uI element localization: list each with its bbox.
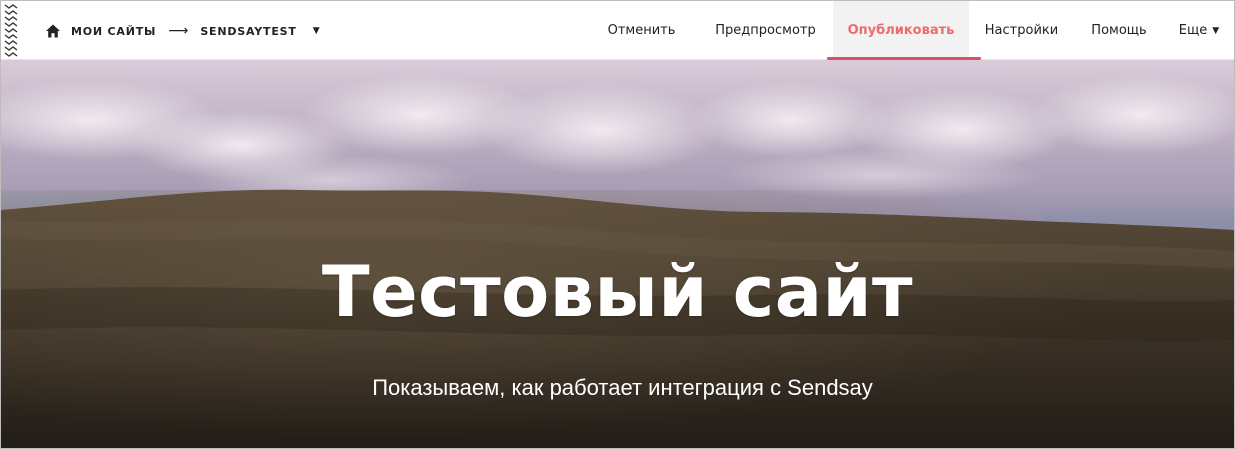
cancel-button-label: Отменить bbox=[607, 23, 676, 38]
browser-frame: МОИ САЙТЫ ⟶ SENDSAYTEST ▼ Отменить Предп… bbox=[0, 0, 1235, 449]
zigzag-pattern-icon bbox=[4, 4, 18, 57]
breadcrumb-site-name[interactable]: SENDSAYTEST bbox=[200, 25, 296, 38]
publish-button[interactable]: Опубликовать bbox=[827, 1, 981, 60]
publish-button-label: Опубликовать bbox=[847, 23, 955, 38]
top-nav: Отменить Предпросмотр Опубликовать Настр… bbox=[585, 1, 1234, 60]
breadcrumb: МОИ САЙТЫ ⟶ SENDSAYTEST ▼ bbox=[45, 21, 320, 41]
settings-button-label: Настройки bbox=[984, 23, 1059, 38]
chevron-down-icon: ▼ bbox=[1212, 25, 1220, 36]
more-menu-label: Еще bbox=[1178, 23, 1208, 38]
hero-section: Тестовый сайт Показываем, как работает и… bbox=[1, 60, 1234, 448]
site-dropdown-caret-icon[interactable]: ▼ bbox=[313, 26, 321, 36]
breadcrumb-arrow-icon: ⟶ bbox=[168, 23, 189, 39]
hero-subtitle[interactable]: Показываем, как работает интеграция с Se… bbox=[1, 373, 1234, 403]
editor-top-bar: МОИ САЙТЫ ⟶ SENDSAYTEST ▼ Отменить Предп… bbox=[1, 1, 1234, 60]
cancel-button[interactable]: Отменить bbox=[585, 1, 698, 60]
preview-button-label: Предпросмотр bbox=[715, 23, 816, 38]
home-icon[interactable] bbox=[45, 23, 61, 39]
preview-button[interactable]: Предпросмотр bbox=[698, 1, 833, 60]
help-button-label: Помощь bbox=[1091, 23, 1147, 38]
hero-title[interactable]: Тестовый сайт bbox=[1, 254, 1234, 330]
help-button[interactable]: Помощь bbox=[1074, 1, 1164, 60]
breadcrumb-my-sites[interactable]: МОИ САЙТЫ bbox=[71, 25, 156, 38]
settings-button[interactable]: Настройки bbox=[969, 1, 1074, 60]
more-menu-button[interactable]: Еще ▼ bbox=[1164, 1, 1234, 60]
